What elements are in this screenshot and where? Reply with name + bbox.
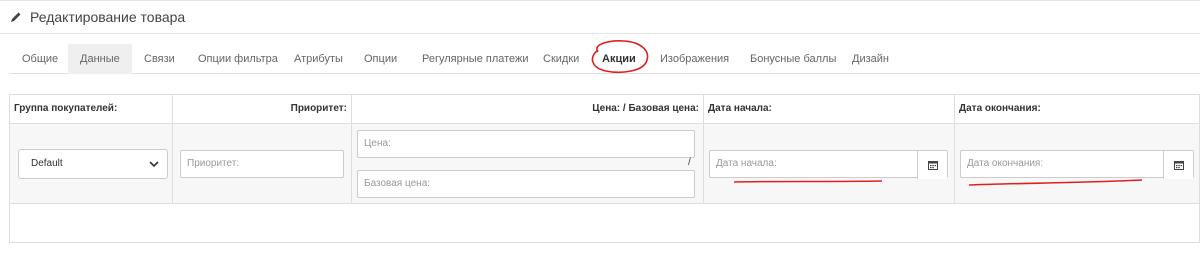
tab-reward-points[interactable]: Бонусные баллы [738, 44, 848, 74]
header-date-end: Дата окончания: [959, 103, 1041, 114]
header-priority: Приоритет: [173, 95, 352, 123]
cell-price: Цена: / Базовая цена: [352, 124, 704, 204]
calendar-icon [1173, 161, 1184, 170]
cell-date-start: Дата начала: [704, 124, 955, 204]
page-title-text: Редактирование товара [30, 9, 186, 25]
date-end-input[interactable]: Дата окончания: [960, 150, 1194, 179]
cell-date-end: Дата окончания: [955, 124, 1200, 204]
price-input[interactable]: Цена: [357, 130, 695, 158]
tab-specials[interactable]: Акции [590, 44, 648, 74]
cell-priority: Приоритет: [173, 124, 352, 204]
tab-options[interactable]: Опции [352, 44, 409, 74]
date-start-input[interactable]: Дата начала: [709, 150, 948, 179]
specials-table: Группа покупателей: Приоритет: Цена: / Б… [9, 94, 1200, 243]
tab-general[interactable]: Общие [10, 44, 70, 74]
cell-customer-group: Default [10, 124, 173, 204]
tab-links[interactable]: Связи [132, 44, 187, 74]
tab-images[interactable]: Изображения [648, 44, 741, 74]
tab-bar: Общие Данные Связи Опции фильтра Атрибут… [10, 44, 1200, 74]
date-end-calendar-button[interactable] [1163, 151, 1193, 179]
panel-heading: Редактирование товара [0, 0, 1200, 34]
tab-discounts[interactable]: Скидки [531, 44, 591, 74]
priority-input[interactable]: Приоритет: [180, 150, 344, 178]
header-date-start: Дата начала: [704, 95, 955, 123]
date-end-placeholder: Дата окончания: [967, 158, 1044, 169]
table-row: Default Приоритет: Цена: / Базовая цена:… [10, 124, 1199, 204]
header-price: Цена: / Базовая цена: [352, 95, 704, 123]
tab-filter-options[interactable]: Опции фильтра [186, 44, 290, 74]
price-separator: / [688, 157, 691, 168]
tab-attributes[interactable]: Атрибуты [282, 44, 355, 74]
chevron-down-icon [149, 161, 159, 168]
tab-design[interactable]: Дизайн [840, 44, 901, 74]
customer-group-select[interactable]: Default [18, 149, 168, 179]
customer-group-value: Default [31, 158, 63, 169]
tab-data[interactable]: Данные [68, 44, 132, 74]
date-start-placeholder: Дата начала: [716, 158, 777, 169]
page-title: Редактирование товара [10, 9, 185, 25]
tab-recurring-payments[interactable]: Регулярные платежи [410, 44, 541, 74]
date-start-calendar-button[interactable] [917, 151, 947, 179]
base-price-input[interactable]: Базовая цена: [357, 170, 695, 198]
header-customer-group: Группа покупателей: [10, 95, 173, 123]
pencil-icon [11, 12, 21, 22]
calendar-icon [927, 161, 938, 170]
